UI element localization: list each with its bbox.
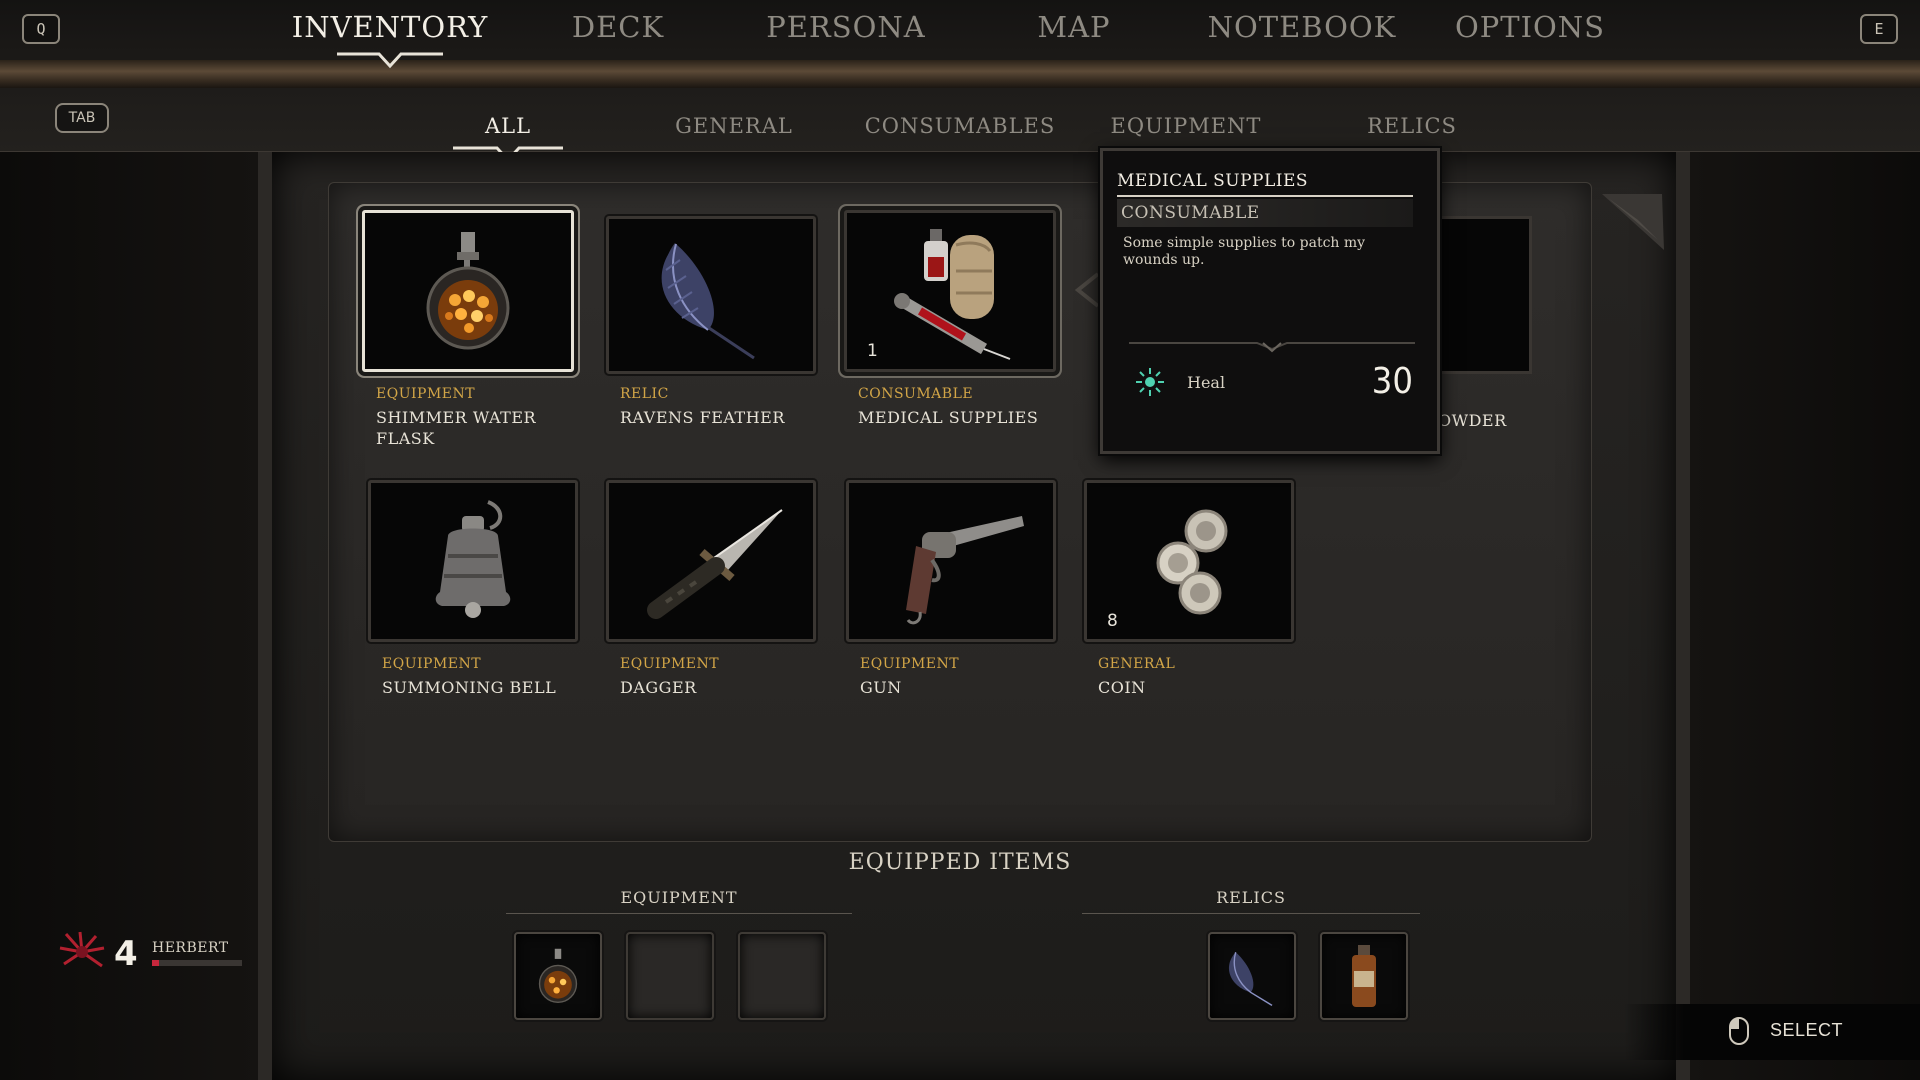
relics-heading: RELICS [1082,888,1420,914]
item-count: 1 [867,341,878,361]
subtab-label: ALL [484,114,532,138]
bell-icon [435,500,511,618]
tab-label: MAP [1037,10,1111,44]
relic-slot[interactable] [1208,932,1296,1020]
item-name: GUN [860,678,902,697]
player-health-bar [152,960,242,966]
page-curl-icon [1602,194,1664,250]
item-thumbnail[interactable] [606,480,816,642]
item-name: COIN [1098,678,1146,697]
feather-icon [661,243,755,360]
stat-label: Heal [1187,373,1226,392]
player-health-fill [152,960,160,966]
revolver-icon [906,516,1024,625]
tab-label: DECK [571,10,665,44]
player-name: HERBERT [152,940,229,956]
tooltip-description: Some simple supplies to patch my wounds … [1123,235,1366,268]
medical-supplies-icon [894,229,1011,360]
bottle-icon [1352,945,1376,1007]
coins-icon [1156,509,1228,615]
key-hint-q[interactable]: Q [22,14,60,44]
item-count: 8 [1107,611,1118,631]
item-category: CONSUMABLE [858,386,974,402]
item-category: RELIC [620,386,669,402]
item-thumbnail-partial[interactable] [1430,216,1532,374]
subtab-equipment[interactable]: EQUIPMENT [1076,114,1296,138]
player-stress-icon [59,931,105,968]
item-name: RAVENS FEATHER [620,408,785,427]
item-category: EQUIPMENT [376,386,476,402]
item-name: DAGGER [620,678,697,697]
tab-label: INVENTORY [291,10,489,44]
item-category: EQUIPMENT [382,656,482,672]
category-tab-bar: TAB ALL GENERAL CONSUMABLES EQUIPMENT RE… [0,88,1920,163]
right-vignette [1690,152,1920,1080]
subtab-consumables[interactable]: CONSUMABLES [850,114,1070,138]
active-tab-chevron-icon [337,52,443,69]
subtab-relics[interactable]: RELICS [1302,114,1522,138]
tab-notebook[interactable]: NOTEBOOK [1192,10,1412,50]
equipment-heading: EQUIPMENT [506,888,852,914]
nav-bar-trim [0,60,1920,88]
select-hint: SELECT [1624,1004,1920,1060]
item-thumbnail[interactable] [368,480,578,642]
flask-icon [538,948,578,1003]
stat-value: 30 [1371,361,1413,402]
divider-ornament-icon [1129,342,1415,353]
item-category: EQUIPMENT [620,656,720,672]
player-level: 4 [114,934,138,974]
tab-inventory[interactable]: INVENTORY [280,10,500,69]
tab-deck[interactable]: DECK [508,10,728,50]
item-name: SHIMMER WATER FLASK [376,408,537,448]
mouse-icon [1729,1017,1749,1045]
tooltip-title: MEDICAL SUPPLIES [1117,171,1413,197]
item-thumbnail[interactable]: 8 [1084,480,1294,642]
feather-icon [1228,952,1273,1006]
item-thumbnail[interactable] [606,216,816,374]
key-hint-e[interactable]: E [1860,14,1898,44]
subtab-general[interactable]: GENERAL [624,114,844,138]
subtab-label: GENERAL [675,114,793,138]
tooltip-pointer-icon [1074,272,1100,308]
main-nav-bar: Q E INVENTORY DECK PERSONA MAP NOTEBOOK … [0,0,1920,88]
equipment-slot-empty[interactable] [626,932,714,1020]
tab-label: NOTEBOOK [1207,10,1397,44]
flask-icon [426,232,510,350]
item-tooltip: MEDICAL SUPPLIES CONSUMABLE Some simple … [1100,148,1440,454]
subtab-label: CONSUMABLES [864,114,1056,138]
tooltip-type: CONSUMABLE [1121,203,1260,223]
item-name-partial: OWDER [1438,411,1507,430]
equipment-slot[interactable] [514,932,602,1020]
heal-icon [1136,368,1164,396]
equipped-items-title: EQUIPPED ITEMS [848,850,1072,875]
dagger-icon [647,509,783,619]
subtab-all[interactable]: ALL [398,114,618,163]
item-category: EQUIPMENT [860,656,960,672]
select-label: SELECT [1770,1020,1844,1040]
equipment-slot-empty[interactable] [738,932,826,1020]
item-thumbnail[interactable] [846,480,1056,642]
player-status: 4 HERBERT [58,928,258,978]
item-thumbnail[interactable]: 1 [844,210,1056,372]
tab-options[interactable]: OPTIONS [1420,10,1640,50]
tab-label: PERSONA [766,10,926,44]
subtab-label: RELICS [1367,114,1457,138]
subtab-label: EQUIPMENT [1110,114,1262,138]
item-thumbnail[interactable] [362,210,574,372]
tooltip-type-bar: CONSUMABLE [1117,199,1413,227]
tab-persona[interactable]: PERSONA [736,10,956,50]
relic-slot[interactable] [1320,932,1408,1020]
item-name: MEDICAL SUPPLIES [858,408,1039,427]
item-name: SUMMONING BELL [382,678,557,697]
item-category: GENERAL [1098,656,1176,672]
tab-map[interactable]: MAP [964,10,1184,50]
tab-label: OPTIONS [1454,10,1606,44]
key-hint-tab[interactable]: TAB [55,103,109,133]
